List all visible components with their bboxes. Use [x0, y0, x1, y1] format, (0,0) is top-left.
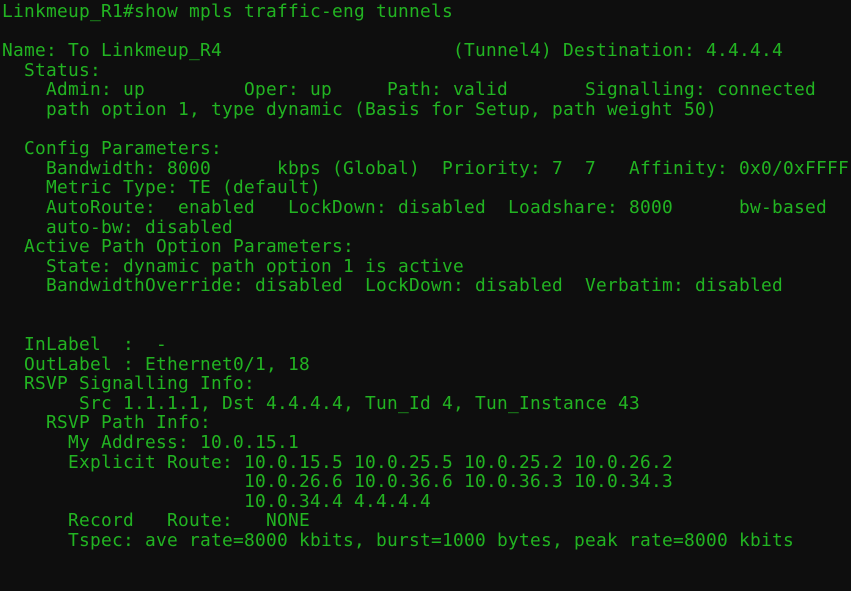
- terminal-line: Admin: up Oper: up Path: valid Signallin…: [2, 79, 816, 101]
- terminal-window[interactable]: Linkmeup_R1#show mpls traffic-eng tunnel…: [0, 0, 851, 591]
- terminal-prompt-line: Linkmeup_R1#show mpls traffic-eng tunnel…: [2, 1, 453, 22]
- terminal-line: State: dynamic path option 1 is active: [2, 255, 464, 277]
- terminal-line: Active Path Option Parameters:: [2, 236, 354, 258]
- terminal-line: Status:: [2, 59, 101, 81]
- terminal-line: OutLabel : Ethernet0/1, 18: [2, 353, 310, 375]
- terminal-line: InLabel : -: [2, 334, 167, 356]
- terminal-line: Src 1.1.1.1, Dst 4.4.4.4, Tun_Id 4, Tun_…: [2, 392, 640, 414]
- terminal-line: Bandwidth: 8000 kbps (Global) Priority: …: [2, 157, 849, 179]
- terminal-line: AutoRoute: enabled LockDown: disabled Lo…: [2, 196, 827, 218]
- terminal-line: BandwidthOverride: disabled LockDown: di…: [2, 275, 783, 297]
- terminal-line: Metric Type: TE (default): [2, 177, 321, 199]
- terminal-line: Explicit Route: 10.0.15.5 10.0.25.5 10.0…: [2, 451, 673, 473]
- terminal-line: RSVP Signalling Info:: [2, 373, 255, 395]
- terminal-output: Linkmeup_R1#show mpls traffic-eng tunnel…: [2, 2, 849, 551]
- terminal-line: 10.0.26.6 10.0.36.6 10.0.36.3 10.0.34.3: [2, 471, 673, 493]
- terminal-line: path option 1, type dynamic (Basis for S…: [2, 98, 717, 120]
- terminal-line: My Address: 10.0.15.1: [2, 432, 299, 454]
- terminal-line: Name: To Linkmeup_R4 (Tunnel4) Destinati…: [2, 40, 783, 62]
- terminal-line: auto-bw: disabled: [2, 216, 233, 238]
- terminal-line: 10.0.34.4 4.4.4.4: [2, 490, 431, 512]
- terminal-line: Tspec: ave rate=8000 kbits, burst=1000 b…: [2, 530, 794, 552]
- terminal-line: Record Route: NONE: [2, 510, 310, 532]
- terminal-line: RSVP Path Info:: [2, 412, 211, 434]
- terminal-line: Config Parameters:: [2, 138, 222, 160]
